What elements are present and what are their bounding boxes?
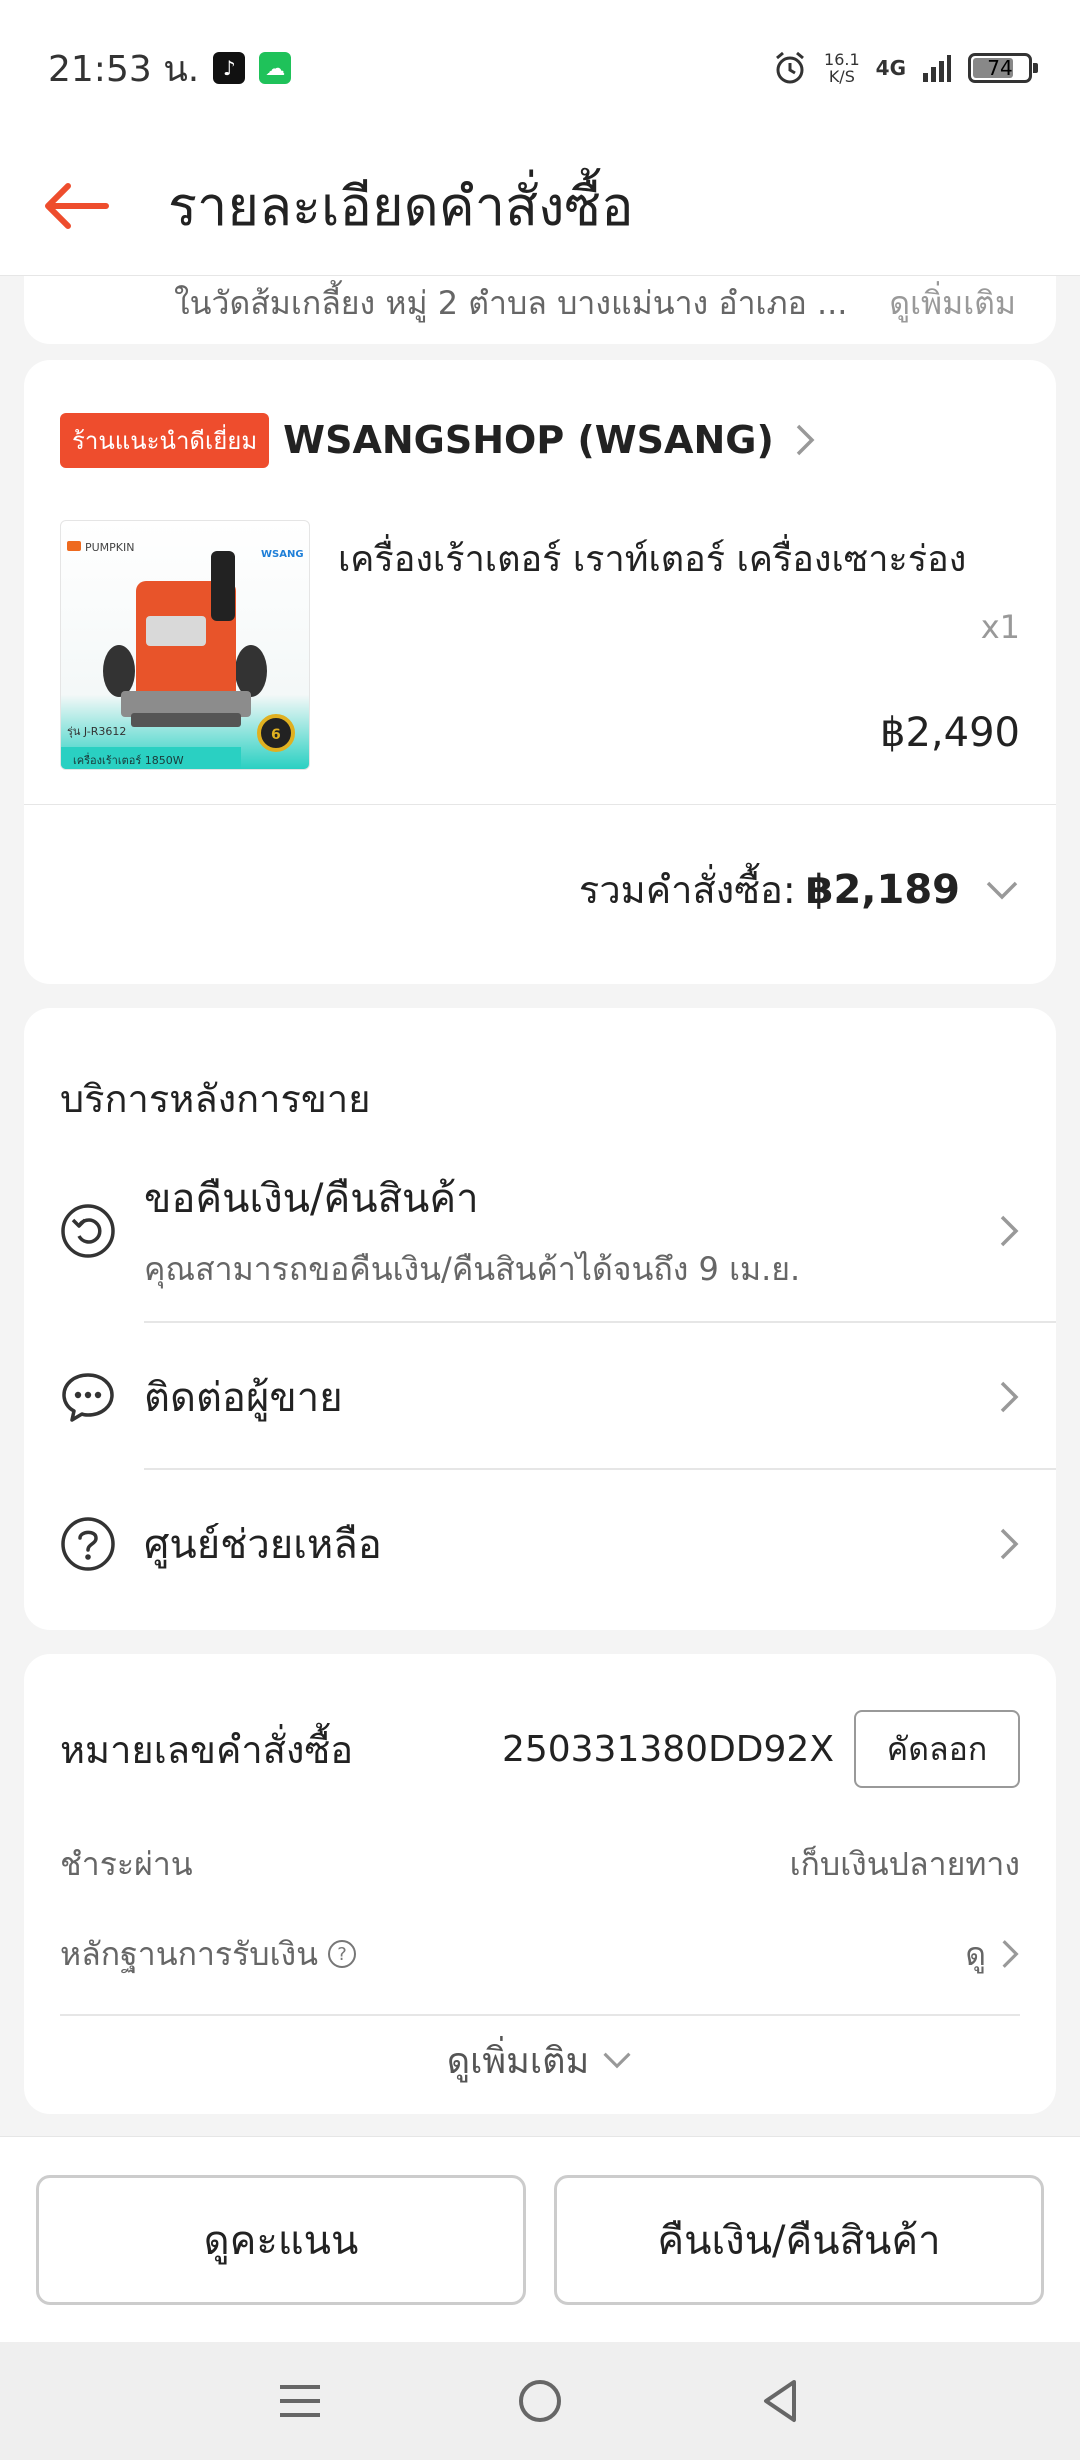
thumb-warranty-badge: 6 [271, 727, 281, 743]
return-refund-button[interactable]: คืนเงิน/คืนสินค้า [554, 2174, 1044, 2305]
chat-icon [62, 1372, 114, 1422]
help-center-label: ศูนย์ช่วยเหลือ [144, 1521, 382, 1568]
payment-method-value: เก็บเงินปลายทาง [789, 1844, 1020, 1883]
contact-seller-label: ติดต่อผู้ขาย [144, 1374, 343, 1421]
return-refund-label: ขอคืนเงิน/คืนสินค้า [144, 1176, 479, 1222]
alarm-icon [776, 51, 804, 84]
address-see-more-link[interactable]: ดูเพิ่มเติม [889, 278, 1016, 329]
help-center-item[interactable]: ศูนย์ช่วยเหลือ [24, 1470, 1056, 1617]
chevron-down-icon[interactable] [984, 879, 1020, 901]
shop-order-card: ร้านแนะนำดีเยี่ยม WSANGSHOP (WSANG) PUMP… [24, 360, 1056, 984]
app-header: รายละเอียดคำสั่งซื้อ [0, 136, 1080, 276]
system-nav-bar [0, 2342, 1080, 2460]
contact-seller-item[interactable]: ติดต่อผู้ขาย [24, 1323, 1056, 1470]
copy-button[interactable]: คัดลอก [854, 1710, 1020, 1788]
back-button[interactable] [0, 136, 150, 276]
network-type: 4G [875, 56, 906, 80]
page-title: รายละเอียดคำสั่งซื้อ [168, 174, 634, 238]
help-circle-icon[interactable]: ? [328, 1940, 357, 1968]
order-total-label: รวมคำสั่งซื้อ: [578, 868, 796, 912]
tiktok-icon: ♪ [213, 52, 246, 84]
network-speed: 16.1 K/S [824, 51, 860, 85]
payment-proof-row[interactable]: หลักฐานการรับเงิน ? ดู [24, 1894, 1056, 2014]
view-proof-link[interactable]: ดู [965, 1929, 986, 1980]
router-tool-image: PUMPKIN WSANG 6 รุ่น J-R3612 เครื่องเร้า… [61, 541, 304, 769]
product-image: PUMPKIN WSANG 6 รุ่น J-R3612 เครื่องเร้า… [60, 520, 310, 770]
product-price: ฿2,490 [880, 710, 1020, 756]
order-number-label: หมายเลขคำสั่งซื้อ [60, 1727, 354, 1772]
thumb-model-text: รุ่น J-R3612 [67, 725, 126, 738]
chevron-right-icon [1000, 1528, 1019, 1559]
order-number-value: 250331380DD92X [501, 1728, 834, 1770]
recents-button[interactable] [260, 2361, 340, 2441]
chevron-right-icon [1000, 1381, 1019, 1412]
chevron-right-icon [796, 424, 815, 456]
home-button[interactable] [500, 2361, 580, 2441]
payment-proof-label: หลักฐานการรับเงิน [60, 1934, 319, 1973]
thumb-logo-text: WSANG [261, 549, 304, 560]
return-deadline-text: คุณสามารถขอคืนเงิน/คืนสินค้าได้จนถึง 9 เ… [144, 1250, 801, 1288]
help-icon [61, 1516, 115, 1571]
view-rating-button[interactable]: ดูคะแนน [36, 2174, 526, 2305]
network-speed-value: 16.1 [824, 50, 860, 69]
network-speed-unit: K/S [828, 67, 855, 86]
see-more-label: ดูเพิ่มเติม [446, 2040, 590, 2082]
chevron-down-icon [603, 2052, 631, 2069]
address-text: ในวัดส้มเกลี้ยง หมู่ 2 ตำบล บางแม่นาง อำ… [174, 283, 848, 322]
after-sales-title: บริการหลังการขาย [60, 1077, 371, 1121]
product-item[interactable]: PUMPKIN WSANG 6 รุ่น J-R3612 เครื่องเร้า… [24, 520, 1056, 780]
preferred-shop-badge: ร้านแนะนำดีเยี่ยม [60, 412, 270, 468]
home-circle-icon [519, 2380, 561, 2422]
order-number-row: หมายเลขคำสั่งซื้อ 250331380DD92X คัดลอก [24, 1654, 1056, 1834]
back-nav-button[interactable] [740, 2361, 820, 2441]
status-time: 21:53 น. [48, 48, 200, 90]
battery-icon: 74 [968, 53, 1038, 83]
chevron-right-icon [1002, 1940, 1019, 1968]
product-quantity: x1 [980, 608, 1020, 646]
thumb-brand-text: PUMPKIN [85, 541, 135, 554]
shop-name[interactable]: WSANGSHOP (WSANG) [283, 418, 774, 462]
chevron-right-icon [1000, 1215, 1019, 1246]
product-info: เครื่องเร้าเตอร์ เราท์เตอร์ เครื่องเซาะร… [338, 520, 1020, 780]
return-refund-item[interactable]: ขอคืนเงิน/คืนสินค้า คุณสามารถขอคืนเงิน/ค… [24, 1138, 1056, 1323]
bottom-action-bar: ดูคะแนน คืนเงิน/คืนสินค้า [0, 2136, 1080, 2342]
see-more-button[interactable]: ดูเพิ่มเติม [60, 2014, 1020, 2104]
back-triangle-icon [764, 2380, 796, 2422]
payment-method-label: ชำระผ่าน [60, 1844, 193, 1883]
order-total-row[interactable]: รวมคำสั่งซื้อ: ฿2,189 [24, 804, 1056, 974]
thumb-caption-text: เครื่องเร้าเตอร์ 1850W [73, 752, 184, 767]
battery-level: 74 [987, 56, 1013, 80]
signal-icon [923, 55, 951, 82]
shop-row[interactable]: ร้านแนะนำดีเยี่ยม WSANGSHOP (WSANG) [24, 360, 1056, 520]
payment-method-row: ชำระผ่าน เก็บเงินปลายทาง [24, 1834, 1056, 1894]
menu-icon [280, 2385, 320, 2417]
status-bar: 21:53 น. ♪ ☁ 16.1 K/S 4G 74 [0, 0, 1080, 136]
back-arrow-icon [45, 182, 109, 229]
line-app-icon: ☁ [259, 52, 292, 84]
order-total-value: ฿2,189 [805, 866, 960, 913]
order-detail-content: ในวัดส้มเกลี้ยง หมู่ 2 ตำบล บางแม่นาง อำ… [0, 262, 1080, 2114]
after-sales-card: บริการหลังการขาย ขอคืนเงิน/คืนสินค้า คุณ… [24, 1008, 1056, 1630]
order-info-card: หมายเลขคำสั่งซื้อ 250331380DD92X คัดลอก … [24, 1654, 1056, 2114]
return-icon [61, 1203, 115, 1258]
product-name: เครื่องเร้าเตอร์ เราท์เตอร์ เครื่องเซาะร… [338, 539, 967, 580]
